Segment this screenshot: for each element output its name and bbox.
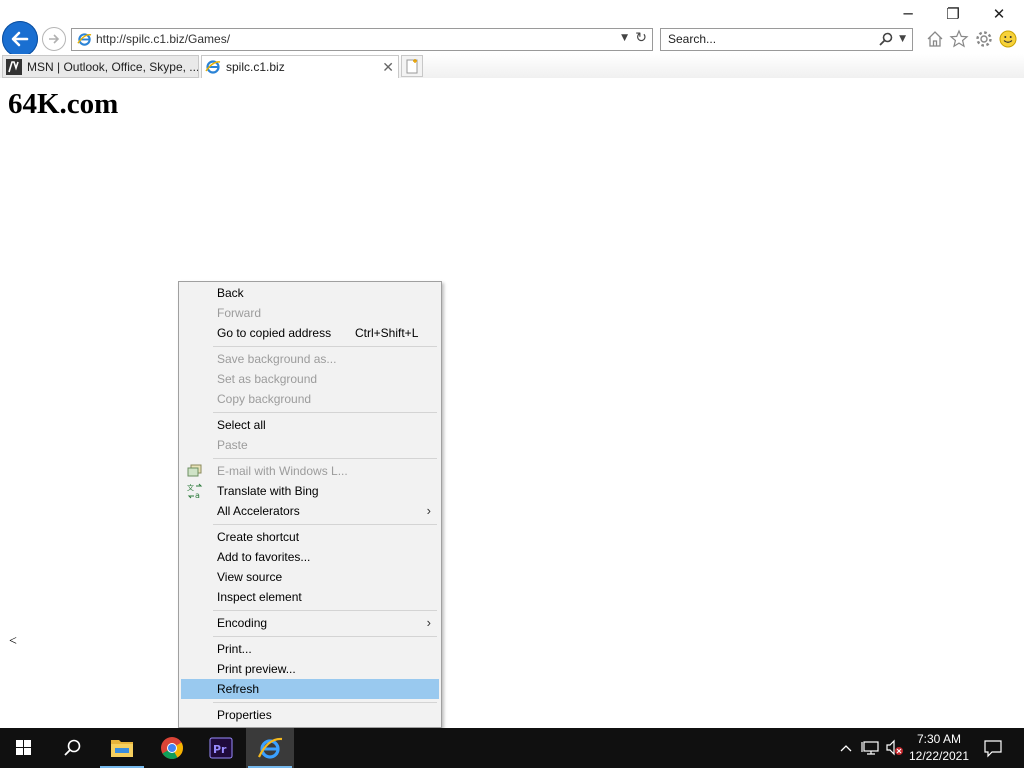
menu-item-back[interactable]: Back [181, 283, 439, 303]
network-icon[interactable] [861, 738, 881, 758]
clock-date: 12/22/2021 [908, 749, 970, 763]
tab-bar: MSN | Outlook, Office, Skype, ... spilc.… [0, 54, 1024, 78]
tab-msn[interactable]: MSN | Outlook, Office, Skype, ... [2, 55, 199, 78]
ie-icon [205, 60, 221, 74]
menu-item-refresh[interactable]: Refresh [181, 679, 439, 699]
menu-item-view-source[interactable]: View source [181, 567, 439, 587]
premiere-icon: Pr [209, 737, 233, 759]
close-tab-icon[interactable]: ✕ [382, 56, 394, 78]
translate-icon: 文 a [187, 483, 203, 499]
address-dropdown-icon[interactable]: ▼ [621, 33, 628, 43]
menu-item-set-as-background: Set as background [217, 372, 318, 386]
taskbar-chrome[interactable] [148, 728, 196, 768]
menu-item-email-with-windows-live: E-mail with Windows L... [181, 461, 439, 481]
refresh-icon[interactable]: ↻ [635, 30, 647, 46]
notification-center-icon[interactable] [983, 738, 1003, 758]
msn-icon [6, 59, 22, 75]
browser-toolbar: ─ ❐ ✕ http://spilc.c1.biz/Games/ ▼ ↻ Sea… [0, 0, 1024, 57]
tab-label: spilc.c1.biz [226, 60, 285, 74]
search-input[interactable]: Search... [668, 32, 716, 46]
menu-item-encoding[interactable]: Encoding › [181, 613, 439, 633]
clock[interactable]: 7:30 AM 12/22/2021 [898, 731, 980, 765]
menu-separator [213, 458, 437, 459]
restore-button[interactable]: ❐ [942, 4, 964, 24]
shortcut-label: Ctrl+Shift+L [355, 326, 419, 340]
menu-item-print-preview[interactable]: Print preview... [181, 659, 439, 679]
page-stray-text: < [9, 634, 17, 649]
address-text[interactable]: http://spilc.c1.biz/Games/ [96, 32, 230, 46]
search-icon [64, 739, 81, 756]
menu-item-copy-background: Copy background [217, 392, 312, 406]
menu-item-all-accelerators[interactable]: All Accelerators › [181, 501, 439, 521]
start-button[interactable] [0, 728, 48, 768]
svg-text:文: 文 [187, 483, 194, 492]
menu-separator [213, 412, 437, 413]
menu-item-inspect-element[interactable]: Inspect element [181, 587, 439, 607]
back-button[interactable] [2, 21, 38, 57]
search-box[interactable]: Search... ▼ [660, 28, 913, 51]
menu-item-print[interactable]: Print... [181, 639, 439, 659]
taskbar-internet-explorer[interactable] [246, 728, 294, 768]
taskbar: Pr 7:30 AM 12/22/2021 [0, 728, 1024, 768]
menu-item-select-all[interactable]: Select all [181, 415, 439, 435]
menu-item-add-to-favorites[interactable]: Add to favorites... [181, 547, 439, 567]
address-bar[interactable]: http://spilc.c1.biz/Games/ ▼ ↻ [71, 28, 653, 51]
search-icon[interactable] [878, 31, 894, 47]
menu-separator [213, 346, 437, 347]
chevron-right-icon: › [426, 615, 431, 630]
ie-page-icon [77, 33, 92, 46]
email-icon [187, 464, 202, 477]
taskbar-premiere[interactable]: Pr [197, 728, 245, 768]
svg-text:a: a [195, 491, 200, 499]
minimize-button[interactable]: ─ [897, 4, 919, 24]
start-icon [16, 740, 31, 755]
svg-text:Pr: Pr [213, 743, 227, 756]
favorites-star-icon[interactable] [949, 29, 969, 49]
menu-item-create-shortcut[interactable]: Create shortcut [181, 527, 439, 547]
search-dropdown-icon[interactable]: ▼ [899, 34, 906, 44]
menu-separator [213, 702, 437, 703]
internet-explorer-icon [258, 737, 283, 759]
menu-item-save-background: Save background as... [217, 352, 337, 366]
tab-label: MSN | Outlook, Office, Skype, ... [27, 60, 199, 74]
taskbar-file-explorer[interactable] [98, 728, 146, 768]
menu-item-paste: Paste [217, 438, 248, 452]
context-menu: Back Forward Go to copied address Ctrl+Sh… [178, 281, 442, 728]
arrow-right-icon [49, 34, 60, 44]
new-tab-icon [406, 59, 418, 74]
gear-icon[interactable] [974, 29, 994, 49]
menu-item-forward: Forward [217, 306, 262, 320]
smiley-feedback-icon[interactable] [998, 29, 1018, 49]
forward-button[interactable] [42, 27, 66, 51]
chevron-right-icon: › [426, 503, 431, 518]
clock-time: 7:30 AM [916, 732, 962, 746]
menu-separator [213, 610, 437, 611]
menu-item-properties[interactable]: Properties [181, 705, 439, 725]
chevron-up-icon[interactable] [839, 738, 853, 758]
file-explorer-icon [111, 740, 133, 757]
tab-spilc[interactable]: spilc.c1.biz ✕ [201, 55, 399, 78]
taskbar-search-button[interactable] [48, 728, 96, 768]
arrow-left-icon [11, 31, 29, 47]
menu-separator [213, 524, 437, 525]
menu-item-go-to-copied-address[interactable]: Go to copied address Ctrl+Shift+L [181, 323, 439, 343]
close-window-button[interactable]: ✕ [988, 4, 1010, 24]
page-title: 64K.com [8, 88, 119, 120]
new-tab-button[interactable] [401, 55, 423, 77]
menu-item-translate-with-bing[interactable]: 文 a Translate with Bing [181, 481, 439, 501]
home-icon[interactable] [925, 29, 945, 49]
menu-separator [213, 636, 437, 637]
chrome-icon [161, 737, 183, 759]
